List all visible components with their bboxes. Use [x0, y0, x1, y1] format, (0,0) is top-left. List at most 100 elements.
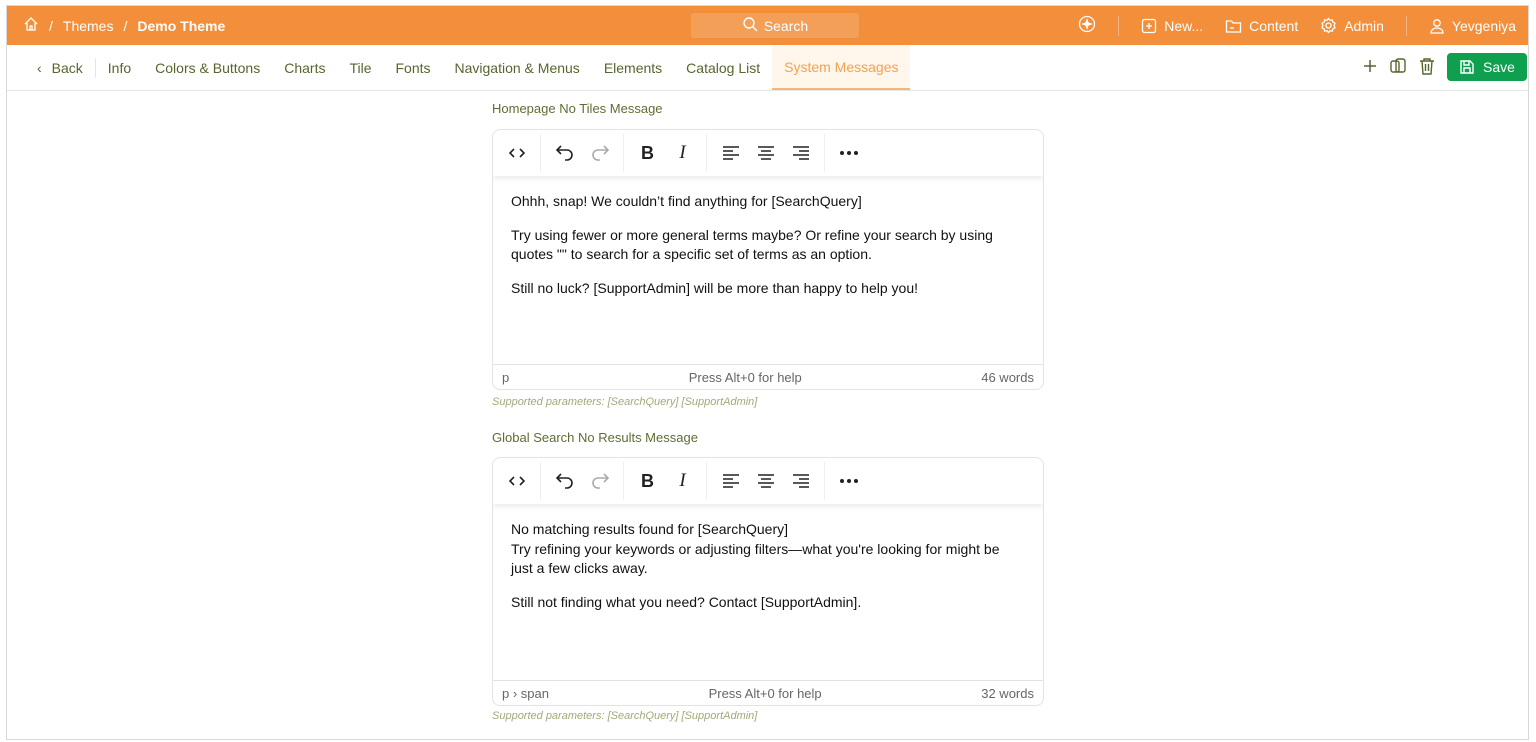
user-icon	[1430, 18, 1444, 34]
back-button[interactable]: ‹ Back	[7, 57, 96, 78]
search-button[interactable]: Search	[691, 13, 859, 38]
align-right-button[interactable]	[783, 138, 818, 168]
tab-charts[interactable]: Charts	[272, 45, 337, 90]
tab-tile[interactable]: Tile	[337, 45, 383, 90]
align-center-icon	[757, 474, 774, 488]
source-code-button[interactable]	[499, 138, 534, 168]
tab-navigation-menus[interactable]: Navigation & Menus	[443, 45, 592, 90]
chevron-left-icon: ‹	[37, 59, 42, 76]
editor-statusbar: p Press Alt+0 for help 46 words	[493, 364, 1043, 389]
more-button[interactable]	[831, 138, 866, 168]
tab-fonts[interactable]: Fonts	[384, 45, 443, 90]
help-hint: Press Alt+0 for help	[688, 369, 802, 385]
content-button[interactable]: Content	[1225, 18, 1298, 34]
paragraph-line: Try refining your keywords or adjusting …	[511, 540, 1000, 577]
source-code-button[interactable]	[499, 466, 534, 496]
editor-toolbar: BI	[493, 458, 1043, 504]
add-icon[interactable]	[1363, 59, 1377, 76]
folder-icon	[1226, 19, 1242, 33]
breadcrumb-themes[interactable]: Themes	[63, 18, 114, 34]
italic-button[interactable]: I	[665, 466, 700, 496]
user-label: Yevgeniya	[1451, 17, 1516, 34]
editor-statusbar: p › span Press Alt+0 for help 32 words	[493, 680, 1043, 705]
bold-button[interactable]: B	[630, 138, 665, 168]
paragraph: Still no luck? [SupportAdmin] will be mo…	[511, 279, 1025, 299]
gear-icon	[1321, 17, 1337, 34]
element-path[interactable]: p › span	[502, 686, 549, 701]
search-label: Search	[763, 17, 809, 34]
theme-tabs: ‹ Back Info Colors & Buttons Charts Tile …	[7, 45, 1528, 91]
help-hint: Press Alt+0 for help	[708, 685, 822, 701]
undo-icon	[555, 473, 573, 489]
align-right-icon	[792, 474, 809, 488]
paragraph-line: Try using fewer or more general terms ma…	[511, 226, 993, 263]
tab-catalog-list[interactable]: Catalog List	[674, 45, 772, 90]
user-menu[interactable]: Yevgeniya	[1429, 18, 1516, 34]
paragraph-line: Still not finding what you need? Contact…	[511, 593, 862, 610]
homepage-no-tiles-editor: BI Ohhh, snap! We couldn’t find anything…	[492, 129, 1044, 390]
parameters-hint: Supported parameters: [SearchQuery] [Sup…	[492, 396, 758, 408]
paragraph: No matching results found for [SearchQue…	[511, 520, 1025, 579]
tab-system-messages[interactable]: System Messages	[772, 45, 911, 90]
back-label: Back	[51, 59, 83, 76]
word-count[interactable]: 32 words	[981, 686, 1034, 701]
content-label: Content	[1249, 17, 1299, 34]
paragraph-line: Ohhh, snap! We couldn’t find anything fo…	[511, 193, 862, 209]
element-path[interactable]: p	[502, 370, 509, 385]
align-left-icon	[722, 146, 739, 160]
undo-button[interactable]	[547, 138, 582, 168]
breadcrumb: / Themes / Demo Theme	[7, 16, 225, 35]
align-center-button[interactable]	[748, 138, 783, 168]
word-count[interactable]: 46 words	[981, 370, 1034, 385]
tab-elements[interactable]: Elements	[592, 45, 674, 90]
copy-icon[interactable]	[1389, 57, 1407, 78]
new-label: New...	[1164, 17, 1204, 34]
editor-content[interactable]: Ohhh, snap! We couldn’t find anything fo…	[493, 176, 1043, 364]
divider	[1405, 15, 1407, 36]
tab-info[interactable]: Info	[96, 45, 143, 90]
more-icon	[839, 479, 858, 483]
breadcrumb-demo-theme[interactable]: Demo Theme	[137, 18, 225, 34]
search-icon	[742, 16, 758, 35]
align-left-button[interactable]	[713, 138, 748, 168]
undo-icon	[555, 145, 573, 161]
align-left-button[interactable]	[713, 466, 748, 496]
admin-label: Admin	[1344, 17, 1384, 34]
paragraph: Still not finding what you need? Contact…	[511, 593, 1025, 613]
editor-label: Homepage No Tiles Message	[492, 101, 663, 116]
paragraph-line: No matching results found for [SearchQue…	[511, 521, 789, 537]
save-label: Save	[1483, 59, 1515, 75]
tab-colors-buttons[interactable]: Colors & Buttons	[143, 45, 272, 90]
trash-icon[interactable]	[1419, 57, 1435, 78]
undo-button[interactable]	[547, 466, 582, 496]
more-button[interactable]	[831, 466, 866, 496]
global-search-no-results-editor: BI No matching results found for [Search…	[492, 457, 1044, 706]
redo-icon	[591, 473, 609, 489]
redo-icon	[591, 145, 609, 161]
editor-label: Global Search No Results Message	[492, 430, 698, 445]
plus-square-icon	[1142, 18, 1157, 33]
redo-button[interactable]	[582, 466, 617, 496]
admin-button[interactable]: Admin	[1320, 17, 1384, 34]
align-center-icon	[757, 146, 774, 160]
paragraph: Try using fewer or more general terms ma…	[511, 226, 1025, 265]
home-icon[interactable]	[23, 16, 39, 35]
code-icon	[508, 476, 525, 486]
italic-button[interactable]: I	[665, 138, 700, 168]
parameters-hint: Supported parameters: [SearchQuery] [Sup…	[492, 710, 758, 722]
new-button[interactable]: New...	[1141, 18, 1203, 34]
editor-toolbar: BI	[493, 130, 1043, 176]
paragraph-line: Still no luck? [SupportAdmin] will be mo…	[511, 279, 919, 296]
sparkle-icon[interactable]	[1078, 15, 1096, 36]
editor-content[interactable]: No matching results found for [SearchQue…	[493, 504, 1043, 680]
bold-button[interactable]: B	[630, 466, 665, 496]
paragraph: Ohhh, snap! We couldn’t find anything fo…	[511, 192, 1025, 212]
redo-button[interactable]	[582, 138, 617, 168]
align-right-button[interactable]	[783, 466, 818, 496]
save-button[interactable]: Save	[1447, 53, 1527, 81]
code-icon	[508, 148, 525, 158]
align-center-button[interactable]	[748, 466, 783, 496]
save-icon	[1460, 60, 1474, 74]
divider	[1118, 15, 1120, 36]
more-icon	[839, 151, 858, 155]
